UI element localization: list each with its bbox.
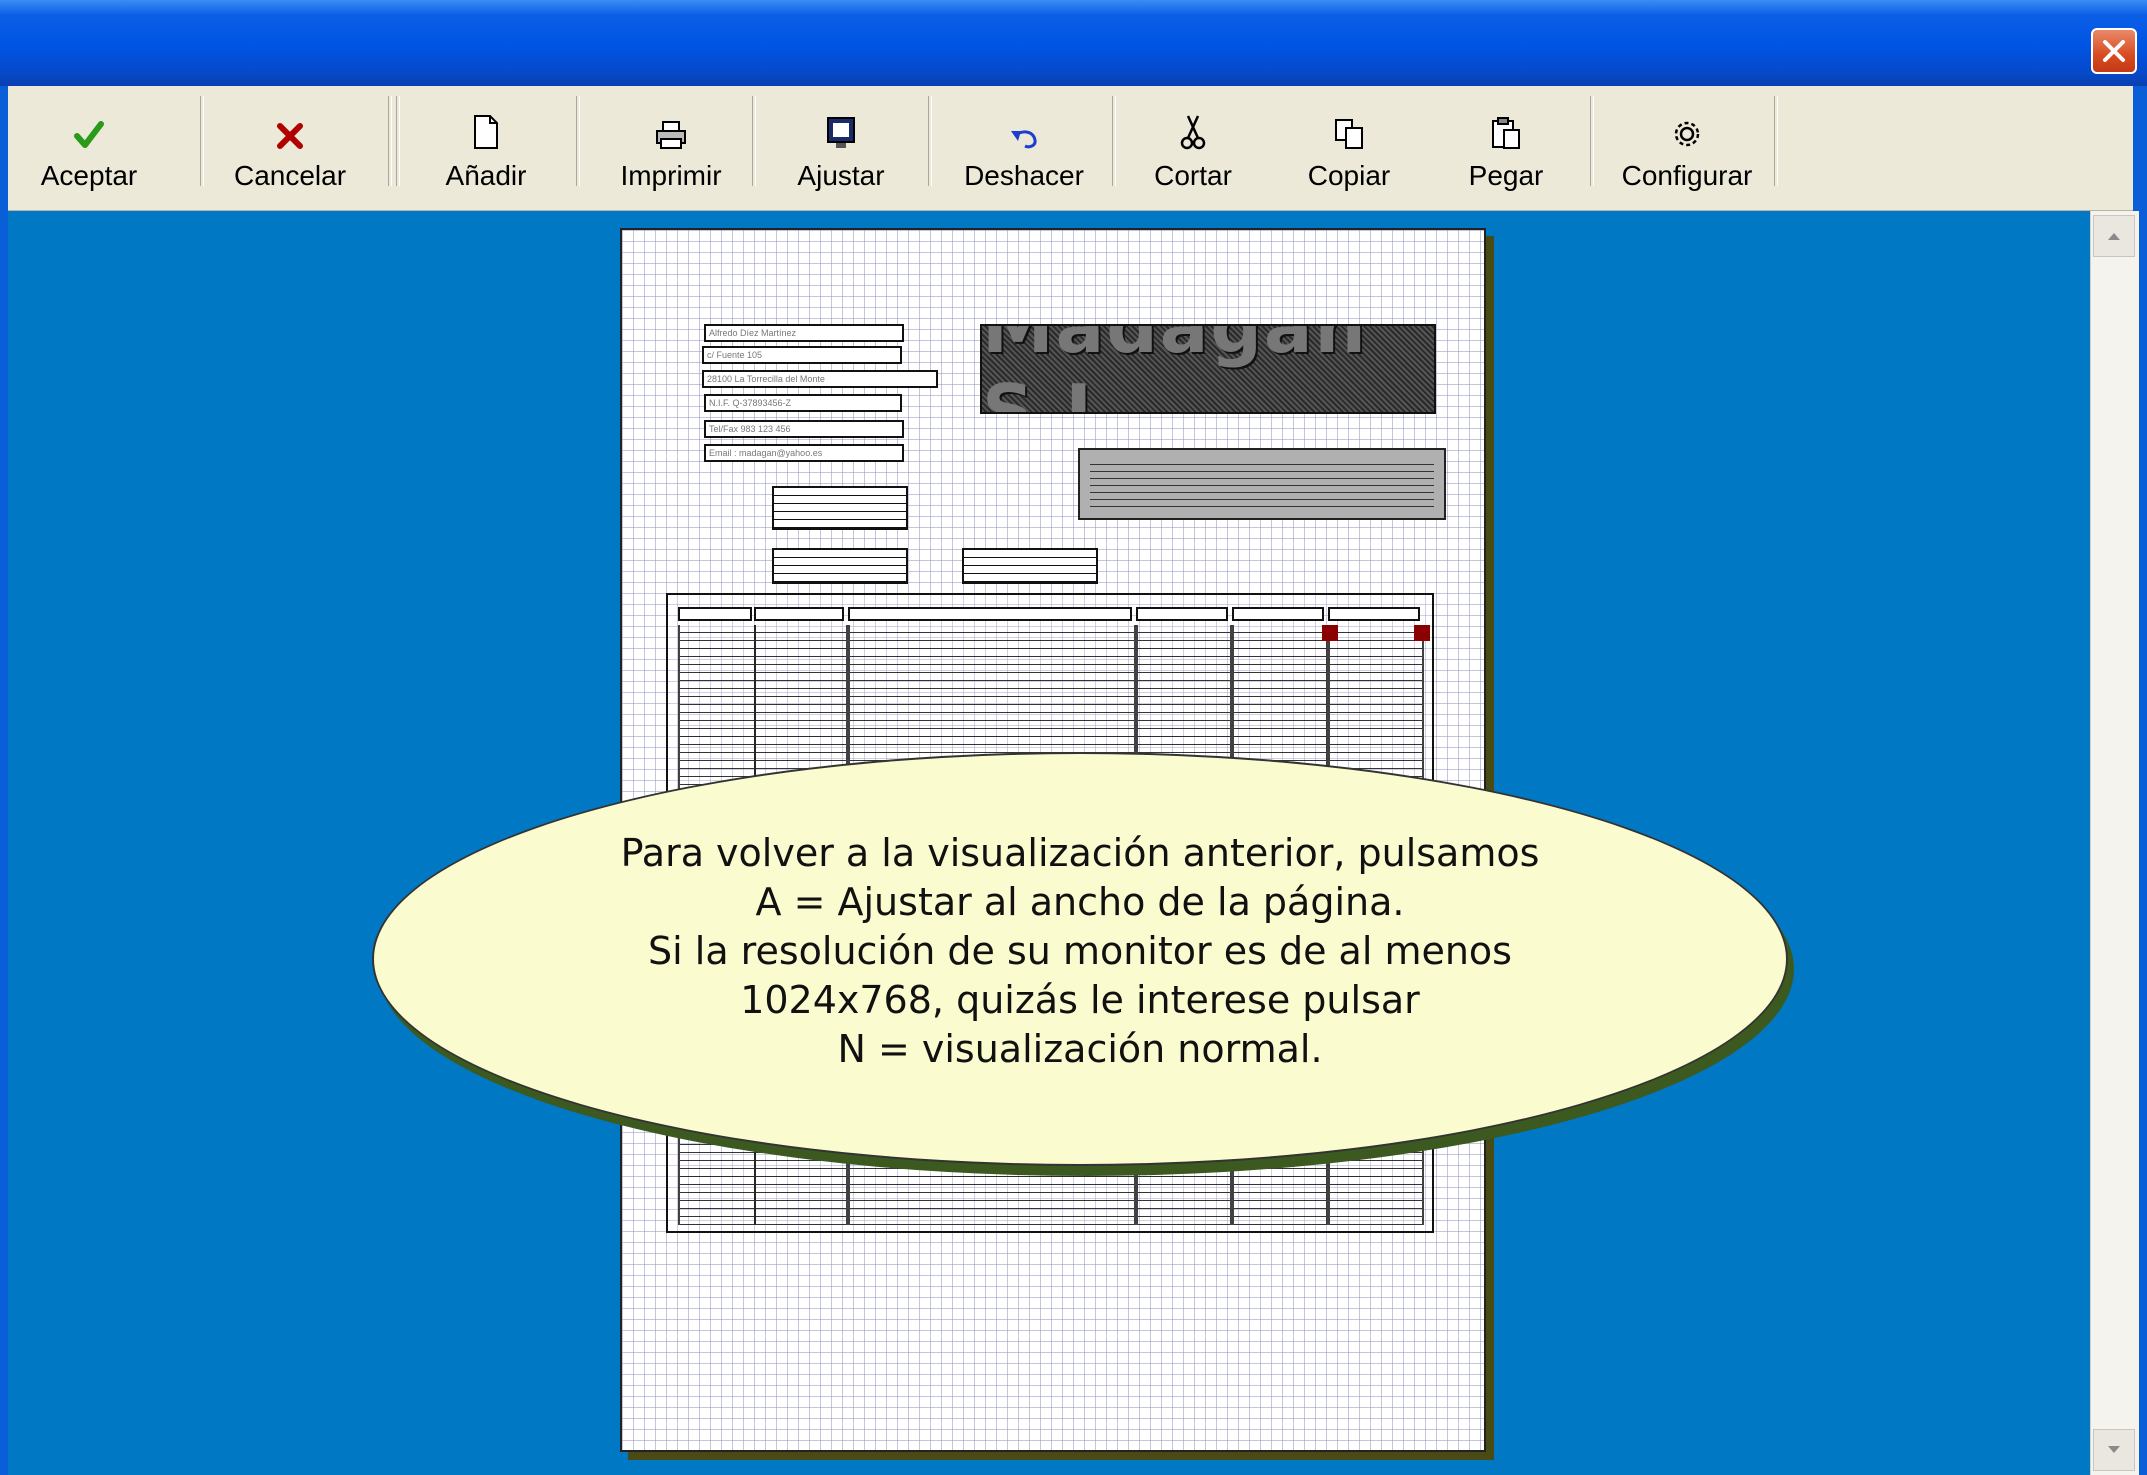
company-logo[interactable]: Madagan S.L. — [980, 324, 1436, 414]
add-label: Añadir — [445, 160, 527, 191]
callout-line: Si la resolución de su monitor es de al … — [648, 928, 1512, 973]
printer-icon — [655, 102, 687, 150]
close-button[interactable] — [2091, 28, 2137, 74]
callout-text: Para volver a la visualización anterior,… — [621, 829, 1540, 1074]
cut-button[interactable]: Cortar — [1138, 96, 1248, 200]
date-box[interactable] — [772, 548, 908, 584]
sender-field[interactable]: Email : madagan@yahoo.es — [704, 444, 904, 462]
callout-line: N = visualización normal. — [837, 1026, 1323, 1071]
cancel-button[interactable]: Cancelar — [230, 96, 350, 200]
sender-field[interactable]: c/ Fuente 105 — [702, 346, 902, 364]
help-callout: Para volver a la visualización anterior,… — [372, 752, 1788, 1166]
toolbar-separator — [576, 96, 580, 186]
print-label: Imprimir — [620, 160, 722, 191]
cancel-label: Cancelar — [233, 160, 347, 191]
print-button[interactable]: Imprimir — [608, 96, 734, 200]
copy-label: Copiar — [1307, 160, 1391, 191]
toolbar-separator — [1774, 96, 1778, 186]
table-column-header — [678, 607, 752, 621]
toolbar-separator — [752, 96, 756, 186]
paste-label: Pegar — [1468, 160, 1544, 191]
accept-label: Aceptar — [40, 160, 138, 191]
sender-field[interactable]: Alfredo Díez Martínez — [704, 324, 904, 342]
accept-button[interactable]: Aceptar — [34, 96, 144, 200]
scroll-up-button[interactable] — [2093, 215, 2135, 257]
table-column-header — [848, 607, 1132, 621]
monitor-icon — [826, 102, 856, 150]
fit-button[interactable]: Ajustar — [786, 96, 896, 200]
sender-field[interactable]: 28100 La Torrecilla del Monte — [702, 370, 938, 388]
toolbar-separator — [928, 96, 932, 186]
gear-icon — [1671, 102, 1703, 150]
selection-handle[interactable] — [1414, 625, 1430, 641]
client-code-box[interactable] — [962, 548, 1098, 584]
add-button[interactable]: Añadir — [436, 96, 536, 200]
toolbar-separator — [1590, 96, 1594, 186]
undo-label: Deshacer — [964, 160, 1084, 191]
table-column-header — [1232, 607, 1324, 621]
paste-icon — [1491, 102, 1521, 150]
table-column-header — [754, 607, 844, 621]
callout-line: A = Ajustar al ancho de la página. — [755, 879, 1405, 924]
vertical-scrollbar[interactable] — [2090, 211, 2139, 1475]
application-window: Aceptar Cancelar Añadir Imprimir Ajustar… — [0, 0, 2147, 1475]
selection-handle[interactable] — [1322, 625, 1338, 641]
configure-label: Configurar — [1621, 160, 1753, 191]
info-panel[interactable] — [1078, 448, 1446, 520]
title-bar — [0, 0, 2147, 86]
scroll-down-button[interactable] — [2093, 1429, 2135, 1471]
arrow-up-icon — [2108, 233, 2120, 240]
undo-button[interactable]: Deshacer — [954, 96, 1094, 200]
configure-button[interactable]: Configurar — [1612, 96, 1762, 200]
table-column-header — [1328, 607, 1420, 621]
logo-text: Madagan S.L. — [982, 324, 1368, 414]
x-icon — [276, 102, 304, 150]
copy-button[interactable]: Copiar — [1294, 96, 1404, 200]
fit-label: Ajustar — [797, 160, 885, 191]
invoice-number-box[interactable] — [772, 486, 908, 530]
scissors-icon — [1180, 102, 1206, 150]
paste-button[interactable]: Pegar — [1456, 96, 1556, 200]
toolbar-separator — [396, 96, 400, 186]
toolbar-separator — [200, 96, 204, 186]
cut-label: Cortar — [1154, 160, 1232, 191]
check-icon — [74, 102, 104, 150]
copy-icon — [1334, 102, 1364, 150]
sender-field[interactable]: N.I.F. Q-37893456-Z — [704, 394, 902, 412]
undo-icon — [1009, 102, 1039, 150]
toolbar-separator — [1112, 96, 1116, 186]
table-column-header — [1136, 607, 1228, 621]
callout-line: 1024x768, quizás le interese pulsar — [740, 977, 1420, 1022]
callout-line: Para volver a la visualización anterior,… — [620, 830, 1540, 875]
new-page-icon — [473, 102, 499, 150]
toolbar: Aceptar Cancelar Añadir Imprimir Ajustar… — [8, 86, 2133, 211]
toolbar-separator — [388, 96, 392, 186]
close-icon — [2103, 40, 2125, 62]
arrow-down-icon — [2108, 1446, 2120, 1453]
sender-field[interactable]: Tel/Fax 983 123 456 — [704, 420, 904, 438]
